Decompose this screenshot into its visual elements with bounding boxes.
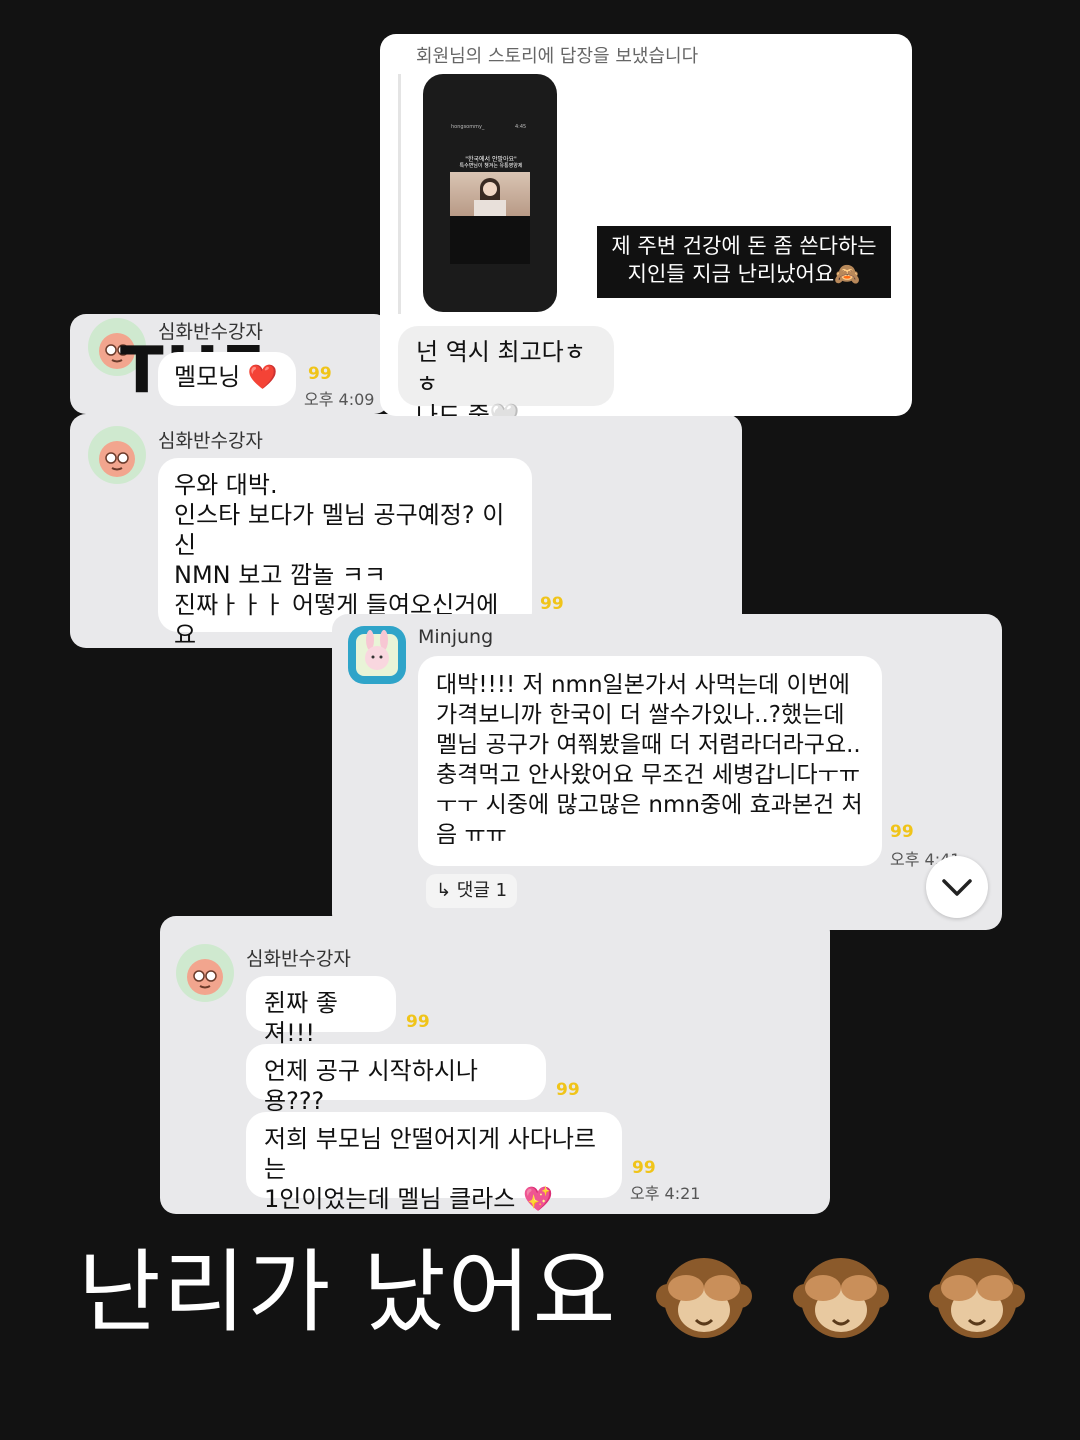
story-reply-card: 회원님의 스토리에 답장을 보냈습니다 hongsommy_ 4:45 "한국에… [380,34,912,416]
chat-card-2: 심화반수강자 우와 대박. 인스타 보다가 멜님 공구예정? 이신 NMN 보고… [70,414,742,648]
headline-banner: 난리가 났어요 [78,1238,1027,1348]
phone-time: 4:45 [515,124,527,130]
sender-name: Minjung [418,626,494,648]
story-caption: 제 주변 건강에 돈 좀 쓴다하는 지인들 지금 난리났어요🙈 [597,226,891,298]
message-bubble[interactable]: 언제 공구 시작하시나용??? [246,1044,546,1115]
avatar [88,426,146,484]
phone-username: hongsommy_ [451,124,485,130]
message-bubble[interactable]: 대박!!!! 저 nmn일본가서 사먹는데 이번에 가격보니까 한국이 더 쌀수… [418,656,882,866]
chat-card-minjung: Minjung 대박!!!! 저 nmn일본가서 사먹는데 이번에 가격보니까 … [332,614,1002,930]
peach-character-icon [187,959,223,995]
bunny-character-icon [356,630,398,676]
chevron-down-icon [942,879,972,896]
avatar [348,626,406,684]
see-no-evil-monkey-icon [656,1258,753,1339]
read-count: 99 [406,1012,430,1032]
reply-thread-link[interactable]: ↳ 댓글 1 [426,874,518,908]
message-bubble[interactable]: 쥔짜 좋져!!! [246,976,396,1047]
message-bubble[interactable]: 저희 부모님 안떨어지게 사다나르는 1인이었는데 멜님 클라스 💖 [246,1112,622,1213]
read-count: 99 [308,364,332,384]
message-bubble[interactable]: 멜모닝 ❤️ [158,352,296,406]
read-count: 99 [540,594,564,614]
reply-bubble[interactable]: 넌 역시 최고다ㅎㅎ 나도 줄🤍 [398,326,614,416]
message-time: 오후 4:21 [630,1184,701,1203]
avatar [176,944,234,1002]
story-header: 회원님의 스토리에 답장을 보냈습니다 [416,46,699,67]
read-count: 99 [632,1158,656,1178]
story-thumbnail[interactable]: hongsommy_ 4:45 "한국에서 안팔아요" 특수면님이 챙겨는 유통… [423,74,557,312]
read-count: 99 [890,822,914,842]
chat-card-4: 심화반수강자 쥔짜 좋져!!! 99 언제 공구 시작하시나용??? 99 저희… [160,916,830,1214]
scroll-down-button[interactable] [926,856,988,918]
chat-card-1: 심화반수강자 THE ROUT 멜모닝 ❤️ 99 오후 4:09 [70,314,390,414]
story-divider [398,74,401,314]
see-no-evil-monkey-icon [792,1258,889,1339]
peach-character-icon [99,441,135,477]
phone-subhead: 특수면님이 챙겨는 유통영양제 [459,163,523,169]
sender-name: 심화반수강자 [158,430,263,452]
message-time: 오후 4:09 [304,390,375,409]
message-bubble[interactable]: 우와 대박. 인스타 보다가 멜님 공구예정? 이신 NMN 보고 깜놀 ㅋㅋ … [158,458,532,648]
see-no-evil-monkey-icon [929,1258,1026,1339]
headline-text: 난리가 났어요 [78,1240,618,1345]
read-count: 99 [556,1080,580,1100]
sender-name: 심화반수강자 [246,948,351,970]
phone-photo [450,172,530,216]
